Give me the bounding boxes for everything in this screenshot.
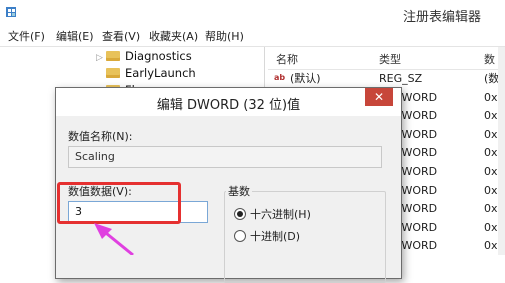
annotation-arrow-icon	[94, 223, 134, 255]
base-group-label: 基数	[226, 183, 252, 199]
